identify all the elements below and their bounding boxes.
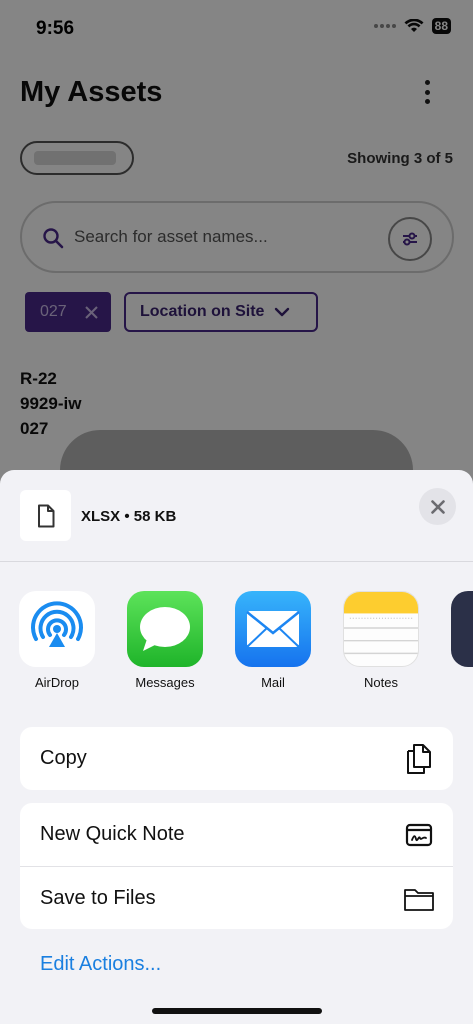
folder-icon [403,883,435,915]
close-button[interactable] [419,488,456,525]
edit-actions-link[interactable]: Edit Actions... [40,953,161,976]
copy-icon [403,743,435,775]
share-sheet-header: XLSX • 58 KB [0,470,473,562]
home-indicator[interactable] [152,1008,322,1014]
mail-icon [235,591,311,667]
actions-card: New Quick Note Save to Files [20,803,453,929]
airdrop-icon [19,591,95,667]
share-apps-row: AirDrop Messages Mail Notes [0,591,473,691]
messages-icon [127,591,203,667]
app-label: Notes [364,675,398,690]
copy-card: Copy [20,727,453,790]
copy-action[interactable]: Copy [20,727,453,790]
share-sheet: XLSX • 58 KB AirDrop Messages Mail Notes… [0,470,473,1024]
share-app-airdrop[interactable]: AirDrop [12,591,102,690]
file-info: XLSX • 58 KB [81,508,177,525]
copy-label: Copy [40,747,87,769]
close-icon [430,499,445,514]
save-to-files-label: Save to Files [40,886,156,909]
share-app-notes[interactable]: Notes [336,591,426,690]
app-label: Mail [261,675,285,690]
share-app-partial[interactable]: Jo [444,591,473,690]
notes-icon [343,591,419,667]
app-label: AirDrop [34,675,80,690]
app-partial-icon [451,591,473,667]
file-thumbnail [20,490,71,541]
share-app-mail[interactable]: Mail [228,591,318,690]
document-icon [37,504,54,527]
app-label: Messages [135,675,195,690]
share-app-messages[interactable]: Messages [120,591,210,690]
quick-note-icon [403,819,435,851]
save-to-files-action[interactable]: Save to Files [20,866,453,929]
quick-note-action[interactable]: New Quick Note [20,803,453,866]
quick-note-label: New Quick Note [40,823,185,845]
app-label: Jo [444,675,473,690]
